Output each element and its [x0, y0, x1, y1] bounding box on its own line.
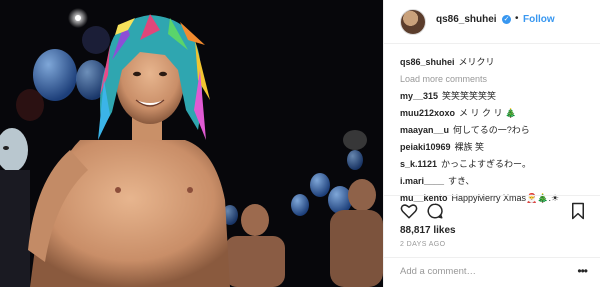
add-comment-bar: Add a comment… •••	[384, 257, 600, 287]
likes-count[interactable]: 88,817 likes	[400, 225, 456, 236]
comment-text: 何してるの一?わら	[453, 125, 530, 135]
caption: qs86_shuhei メリクリ	[400, 54, 595, 71]
comment-item: i.mari____ すき、	[400, 173, 595, 190]
separator-dot: •	[515, 13, 519, 24]
caption-username[interactable]: qs86_shuhei	[400, 57, 455, 67]
party-photo-illustration	[0, 0, 383, 287]
post-header: qs86_shuhei ✓ • Follow	[384, 0, 600, 44]
comment-text: メ リ ク リ 🎄	[459, 108, 517, 118]
comment-username[interactable]: s_k.1121	[400, 159, 437, 169]
comment-item: muu212xoxo メ リ ク リ 🎄	[400, 105, 595, 122]
load-more-comments-link[interactable]: Load more comments	[400, 71, 595, 88]
comment-text: かっこよすぎるわー。	[441, 159, 531, 169]
comment-username[interactable]: my__315	[400, 91, 438, 101]
comment-username[interactable]: peiaki10969	[400, 142, 451, 152]
comment-item: my__315 笑笑笑笑笑笑	[400, 88, 595, 105]
bookmark-icon[interactable]	[569, 202, 587, 220]
comment-text: すき、	[448, 176, 475, 186]
comment-item: peiaki10969 裸族 笑	[400, 139, 595, 156]
post-side-panel: qs86_shuhei ✓ • Follow qs86_shuhei メリクリ L…	[383, 0, 600, 287]
instagram-post: qs86_shuhei ✓ • Follow qs86_shuhei メリクリ L…	[0, 0, 600, 287]
comments-list: qs86_shuhei メリクリ Load more comments my__3…	[400, 54, 595, 207]
comment-icon[interactable]	[426, 202, 444, 220]
username-link[interactable]: qs86_shuhei	[436, 14, 497, 25]
follow-button[interactable]: Follow	[523, 14, 555, 25]
verified-badge-icon: ✓	[502, 15, 511, 24]
comment-text: 笑笑笑笑笑笑	[442, 91, 497, 101]
caption-text: メリクリ	[458, 57, 495, 67]
comment-username[interactable]: i.mari____	[400, 176, 444, 186]
heart-icon[interactable]	[400, 202, 418, 220]
comment-text: 裸族 笑	[454, 142, 485, 152]
comment-item: maayan__u 何してるの一?わら	[400, 122, 595, 139]
comment-item: s_k.1121 かっこよすぎるわー。	[400, 156, 595, 173]
more-options-icon[interactable]: •••	[577, 264, 588, 278]
add-comment-input[interactable]: Add a comment…	[400, 266, 476, 277]
post-timestamp[interactable]: 2 DAYS AGO	[400, 241, 446, 248]
action-bar	[384, 195, 600, 225]
avatar[interactable]	[400, 9, 426, 35]
comment-username[interactable]: muu212xoxo	[400, 108, 455, 118]
comment-username[interactable]: maayan__u	[400, 125, 449, 135]
post-photo[interactable]	[0, 0, 383, 287]
